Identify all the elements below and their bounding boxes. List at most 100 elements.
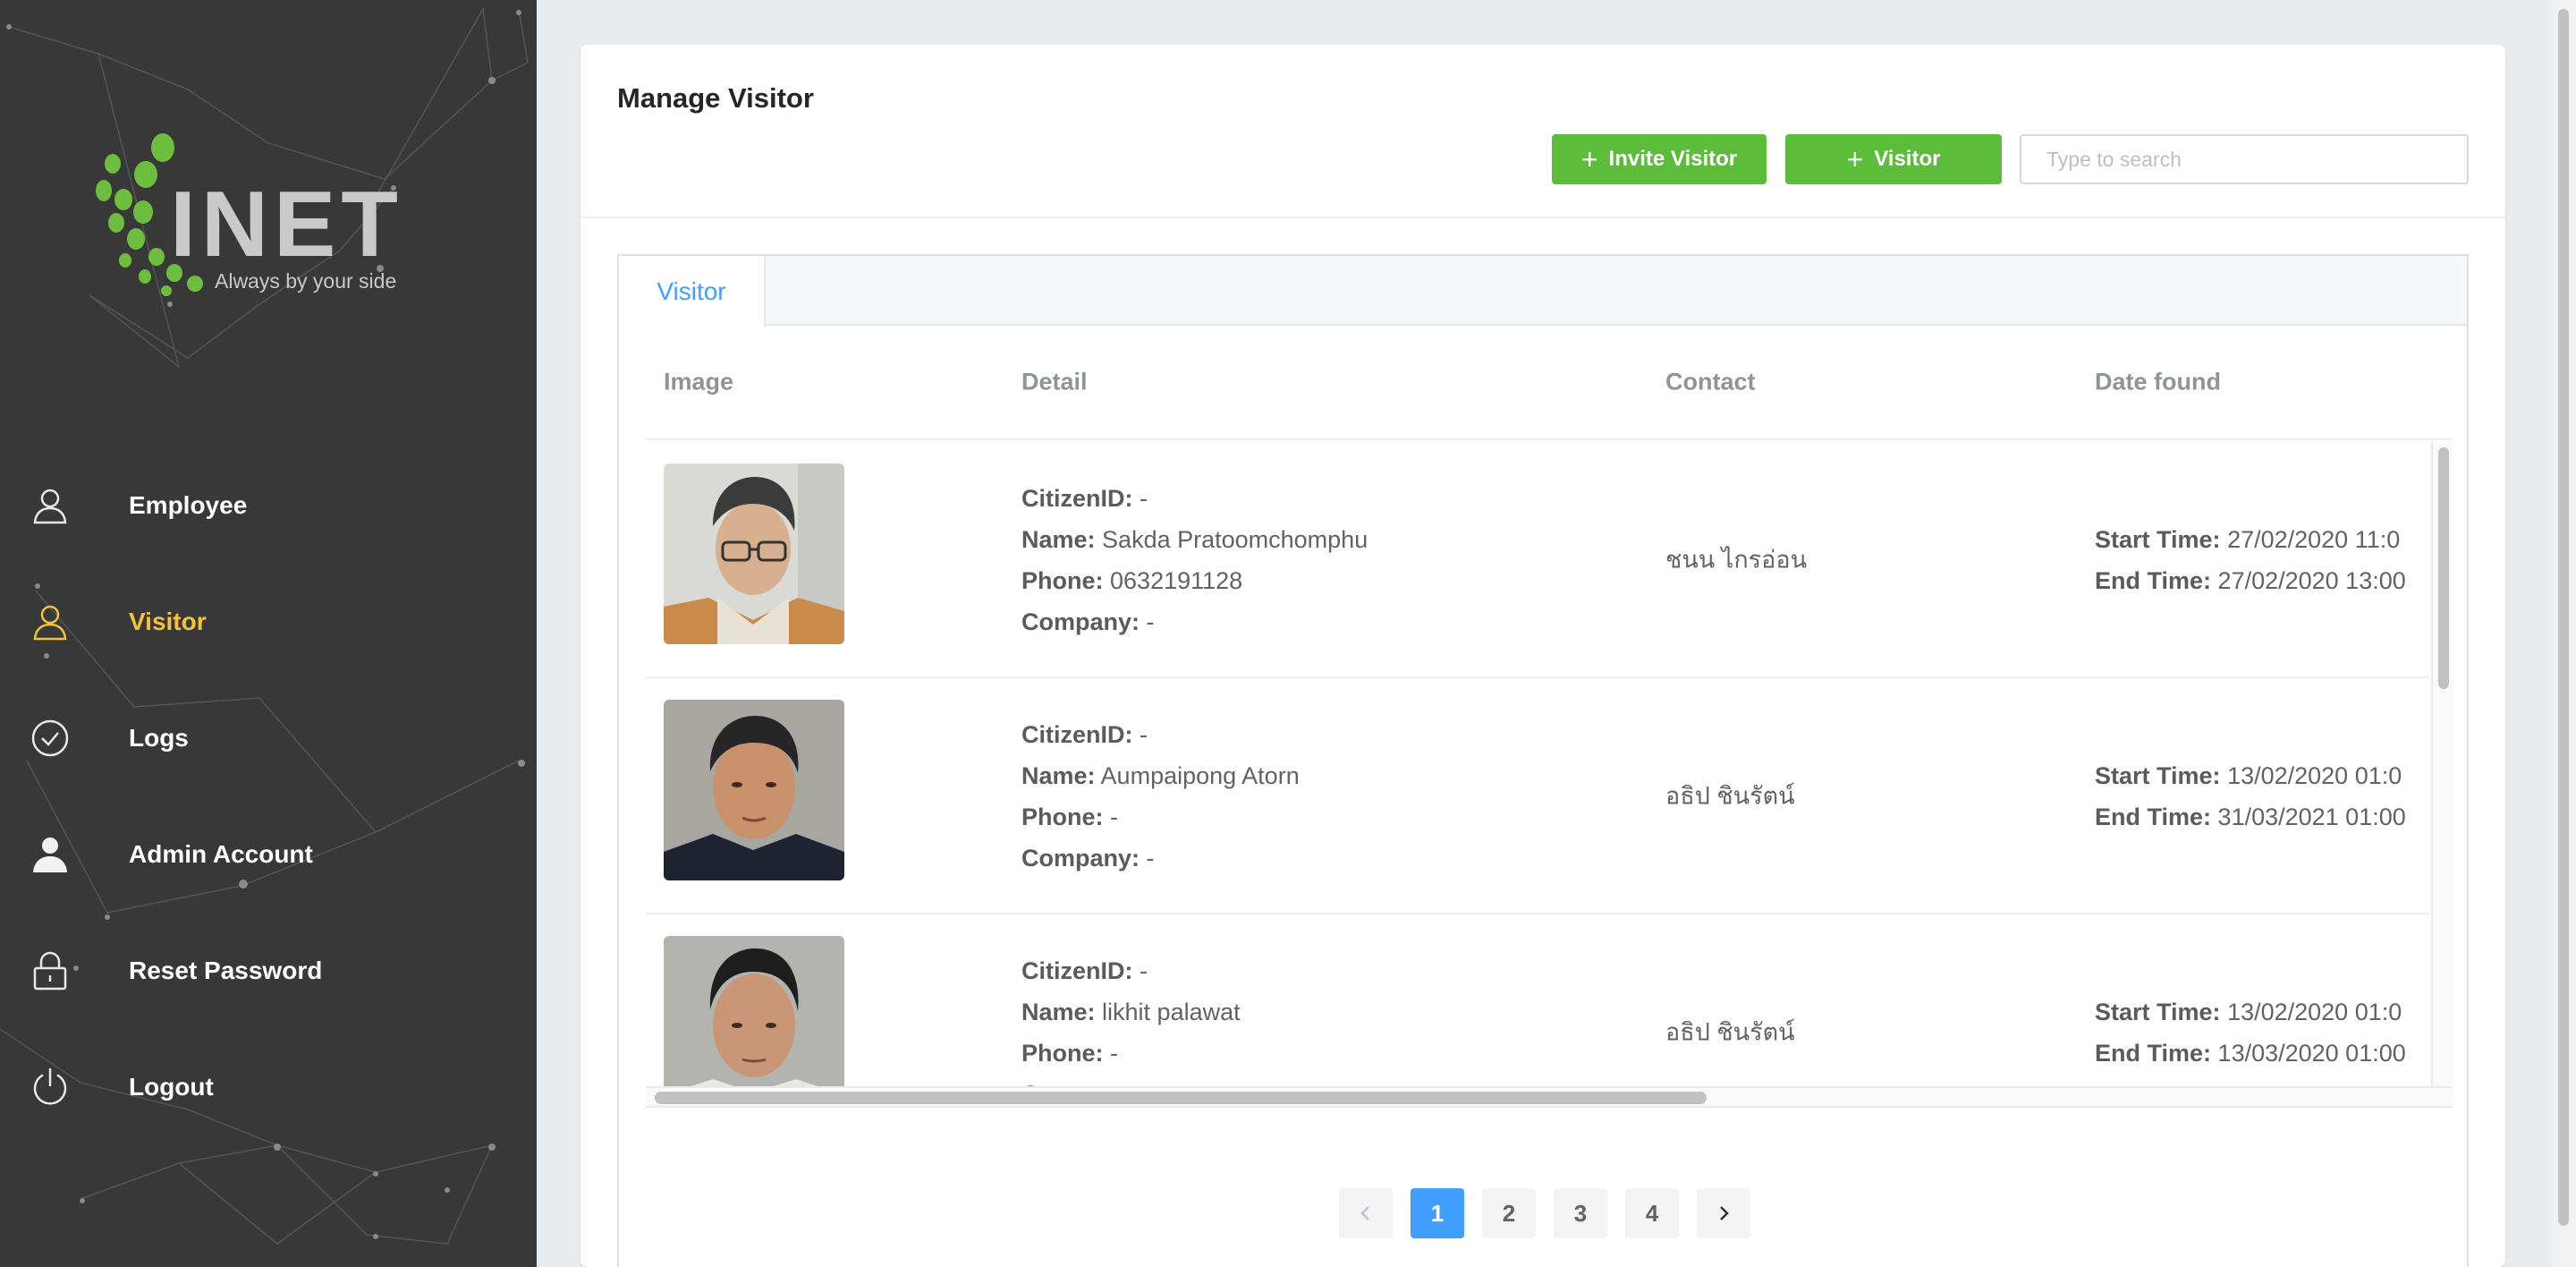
sidebar-item-label: Visitor — [129, 608, 207, 635]
citizen-id-value: - — [1140, 721, 1148, 748]
contact-name: อธิป ชินรัตน์ — [1665, 1018, 1795, 1046]
brand-tagline: Always by your side — [215, 269, 397, 293]
citizen-id-value: - — [1140, 957, 1148, 984]
sidebar-item-label: Admin Account — [129, 840, 313, 868]
company-value: - — [1146, 608, 1155, 635]
page-4-button[interactable]: 4 — [1625, 1188, 1679, 1238]
table-header: Image Detail Contact Date found — [646, 326, 2453, 440]
start-time-value: 13/02/2020 01:0 — [2227, 999, 2402, 1025]
start-time-value: 13/02/2020 01:0 — [2227, 762, 2402, 789]
phone-value: - — [1110, 804, 1119, 830]
page-3-button[interactable]: 3 — [1554, 1188, 1607, 1238]
sidebar-item-admin-account[interactable]: Admin Account — [0, 796, 537, 913]
table-row[interactable]: CitizenID: - Name: Sakda Pratoomchomphu … — [646, 442, 2429, 678]
phone-label: Phone: — [1021, 804, 1104, 830]
name-value: Aumpaipong Atorn — [1100, 762, 1300, 789]
lock-icon — [33, 951, 67, 991]
inet-logo: INET Always by your side — [89, 130, 447, 309]
sidebar-item-label: Reset Password — [129, 957, 323, 984]
company-value: - — [1146, 845, 1155, 872]
visitor-photo — [664, 936, 844, 1086]
column-header-contact: Contact — [1665, 368, 1756, 395]
page-2-button[interactable]: 2 — [1482, 1188, 1536, 1238]
phone-label: Phone: — [1021, 567, 1104, 594]
user-icon — [33, 489, 67, 524]
sidebar: INET Always by your side Employee Visito… — [0, 0, 537, 1267]
plus-icon: + — [1846, 143, 1864, 175]
contact-name: อธิป ชินรัตน์ — [1665, 782, 1795, 810]
table-vertical-scrollbar[interactable] — [2431, 442, 2453, 1088]
pagination: 1 2 3 4 — [1339, 1188, 1750, 1238]
end-time-label: End Time: — [2095, 804, 2212, 830]
name-value: Sakda Pratoomchomphu — [1102, 526, 1368, 553]
plus-icon: + — [1580, 143, 1598, 175]
phone-label: Phone: — [1021, 1040, 1104, 1067]
sidebar-item-label: Logs — [129, 724, 189, 752]
end-time-label: End Time: — [2095, 567, 2212, 594]
sidebar-item-visitor[interactable]: Visitor — [0, 564, 537, 680]
name-label: Name: — [1021, 762, 1096, 789]
page-title: Manage Visitor — [617, 82, 814, 114]
date-found: Start Time: 13/02/2020 01:0 End Time: 13… — [2095, 991, 2429, 1074]
start-time-label: Start Time: — [2095, 526, 2221, 553]
sidebar-item-reset-password[interactable]: Reset Password — [0, 913, 537, 1029]
table-row[interactable]: CitizenID: - Name: Aumpaipong Atorn Phon… — [646, 678, 2429, 914]
manage-visitor-card: Manage Visitor + Invite Visitor + Visito… — [580, 45, 2505, 1267]
visitor-detail: CitizenID: - Name: Sakda Pratoomchomphu … — [1021, 478, 1368, 642]
date-found: Start Time: 27/02/2020 11:0 End Time: 27… — [2095, 519, 2429, 601]
column-header-image: Image — [664, 368, 734, 395]
start-time-value: 27/02/2020 11:0 — [2227, 526, 2401, 553]
sidebar-item-logout[interactable]: Logout — [0, 1029, 537, 1145]
sidebar-nav: Employee Visitor Logs Admin Account Rese… — [0, 447, 537, 1145]
visitor-tab-panel: Visitor Image Detail Contact Date found — [617, 254, 2469, 1267]
sidebar-item-employee[interactable]: Employee — [0, 447, 537, 564]
citizen-id-label: CitizenID: — [1021, 957, 1133, 984]
prev-page-button[interactable] — [1339, 1188, 1393, 1238]
column-header-detail: Detail — [1021, 368, 1088, 395]
phone-value: - — [1110, 1040, 1119, 1067]
vertical-scroll-thumb[interactable] — [2438, 447, 2449, 689]
visitor-photo — [664, 463, 844, 644]
start-time-label: Start Time: — [2095, 762, 2221, 789]
invite-visitor-button[interactable]: + Invite Visitor — [1552, 134, 1767, 184]
check-circle-icon — [31, 719, 69, 757]
add-visitor-button[interactable]: + Visitor — [1785, 134, 2002, 184]
table-row[interactable]: CitizenID: - Name: likhit palawat Phone:… — [646, 914, 2429, 1086]
sidebar-item-label: Logout — [129, 1073, 214, 1101]
visitor-photo — [664, 700, 844, 880]
name-label: Name: — [1021, 526, 1096, 553]
page-scroll-thumb[interactable] — [2558, 9, 2569, 1226]
contact-name: ชนน ไกรอ่อน — [1665, 546, 1808, 574]
date-found: Start Time: 13/02/2020 01:0 End Time: 31… — [2095, 755, 2429, 838]
citizen-id-value: - — [1140, 485, 1148, 512]
phone-value: 0632191128 — [1110, 567, 1243, 594]
header-divider — [580, 217, 2505, 218]
next-page-button[interactable] — [1697, 1188, 1750, 1238]
sidebar-item-logs[interactable]: Logs — [0, 680, 537, 796]
horizontal-scroll-thumb[interactable] — [655, 1092, 1707, 1104]
name-value: likhit palawat — [1102, 999, 1241, 1025]
table-horizontal-scrollbar[interactable] — [646, 1086, 2453, 1108]
sidebar-item-label: Employee — [129, 491, 248, 519]
tab-visitor[interactable]: Visitor — [619, 256, 766, 327]
citizen-id-label: CitizenID: — [1021, 485, 1133, 512]
chevron-left-icon — [1360, 1206, 1369, 1220]
tab-bar: Visitor — [619, 256, 2467, 327]
visitor-detail: CitizenID: - Name: likhit palawat Phone:… — [1021, 950, 1241, 1086]
end-time-value: 27/02/2020 13:00 — [2217, 567, 2406, 594]
page-1-button[interactable]: 1 — [1411, 1188, 1464, 1238]
page-scrollbar[interactable] — [2551, 0, 2576, 1267]
end-time-value: 13/03/2020 01:00 — [2217, 1040, 2406, 1067]
column-header-date-found: Date found — [2095, 368, 2221, 395]
add-visitor-label: Visitor — [1874, 147, 1941, 171]
end-time-value: 31/03/2021 01:00 — [2217, 804, 2406, 830]
end-time-label: End Time: — [2095, 1040, 2212, 1067]
search-input[interactable] — [2020, 134, 2469, 184]
brand-name: INET — [170, 173, 403, 276]
visitor-detail: CitizenID: - Name: Aumpaipong Atorn Phon… — [1021, 714, 1300, 879]
start-time-label: Start Time: — [2095, 999, 2221, 1025]
company-label: Company: — [1021, 608, 1140, 635]
invite-visitor-label: Invite Visitor — [1608, 147, 1738, 171]
citizen-id-label: CitizenID: — [1021, 721, 1133, 748]
power-icon — [33, 1067, 67, 1105]
